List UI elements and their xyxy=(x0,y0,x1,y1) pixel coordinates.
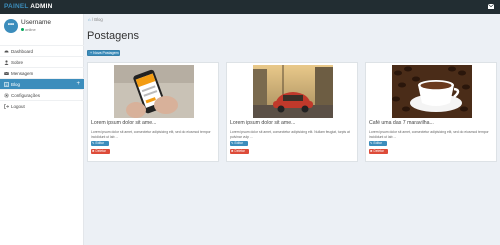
home-icon[interactable]: ⌂ xyxy=(88,17,91,22)
sidebar-item-configuracoes[interactable]: Configurações xyxy=(0,89,84,100)
post-excerpt: Lorem ipsum dolor sit amet, consectetur … xyxy=(91,130,211,139)
post-title[interactable]: Lorem ipsum dolor sit ame... xyxy=(230,120,295,126)
top-navbar: PAINEL ADMIN xyxy=(0,0,500,14)
post-excerpt: Lorem ipsum dolor sit amet, consectetur … xyxy=(369,130,489,139)
delete-button[interactable]: ✖ Deletar xyxy=(91,149,110,154)
breadcrumb: ⌂ / Blog xyxy=(88,17,103,22)
breadcrumb-current: Blog xyxy=(94,17,103,22)
online-dot-icon xyxy=(21,28,24,32)
avatar[interactable]: ••• xyxy=(4,19,18,33)
sidebar-item-label: Blog xyxy=(11,82,21,87)
post-card: Lorem ipsum dolor sit ame... Lorem ipsum… xyxy=(226,62,358,162)
edit-button[interactable]: ✎ Editar xyxy=(91,141,109,146)
sidebar: ••• Username online Dashboard Sobre Mens… xyxy=(0,14,84,245)
user-status-text: online xyxy=(25,27,36,32)
logout-icon xyxy=(4,104,9,109)
new-post-button[interactable]: + Nova Postagem xyxy=(87,50,120,56)
sidebar-item-label: Logout xyxy=(11,104,25,109)
user-panel: ••• Username online xyxy=(0,14,84,40)
sidebar-item-label: Dashboard xyxy=(11,49,34,54)
envelope-icon xyxy=(4,71,9,75)
red-car-street-photo-icon xyxy=(253,65,333,118)
sidebar-item-label: Configurações xyxy=(11,93,41,98)
brand-part-2: ADMIN xyxy=(30,3,53,10)
post-image-phone[interactable] xyxy=(114,65,194,118)
sidebar-item-label: Sobre xyxy=(11,60,24,65)
coffee-cup-photo-icon xyxy=(392,65,472,118)
delete-button[interactable]: ✖ Deletar xyxy=(369,149,388,154)
user-status: online xyxy=(21,27,36,32)
blog-icon xyxy=(4,82,9,87)
edit-button[interactable]: ✎ Editar xyxy=(369,141,387,146)
post-title[interactable]: Lorem ipsum dolor sit ame... xyxy=(91,120,156,126)
dashboard-icon xyxy=(4,50,9,53)
user-icon xyxy=(4,60,9,65)
breadcrumb-separator: / xyxy=(91,17,94,22)
gear-icon xyxy=(4,93,9,98)
sidebar-item-label: Mensagem xyxy=(11,71,34,76)
brand-part-1: PAINEL xyxy=(4,3,29,10)
post-title[interactable]: Café uma das 7 maravilha... xyxy=(369,120,434,126)
post-excerpt: Lorem ipsum dolor sit amet, consectetur … xyxy=(230,130,350,139)
page-title: Postagens xyxy=(87,30,139,42)
post-image-coffee[interactable] xyxy=(392,65,472,118)
post-card: Lorem ipsum dolor sit ame... Lorem ipsum… xyxy=(87,62,219,162)
brand-logo[interactable]: PAINEL ADMIN xyxy=(4,3,53,10)
sidebar-item-sobre[interactable]: Sobre xyxy=(0,56,84,67)
sidebar-item-dashboard[interactable]: Dashboard xyxy=(0,45,84,56)
user-name: Username xyxy=(21,19,51,26)
delete-button[interactable]: ✖ Deletar xyxy=(230,149,249,154)
post-image-car[interactable] xyxy=(253,65,333,118)
sidebar-item-logout[interactable]: Logout xyxy=(0,100,84,111)
phone-app-photo-icon xyxy=(114,65,194,118)
post-card: Café uma das 7 maravilha... Lorem ipsum … xyxy=(365,62,497,162)
envelope-icon[interactable] xyxy=(488,4,494,9)
edit-button[interactable]: ✎ Editar xyxy=(230,141,248,146)
sidebar-item-blog[interactable]: Blog + xyxy=(0,78,84,89)
sidebar-menu: Dashboard Sobre Mensagem Blog + Configur… xyxy=(0,45,84,111)
sidebar-item-mensagem[interactable]: Mensagem xyxy=(0,67,84,78)
